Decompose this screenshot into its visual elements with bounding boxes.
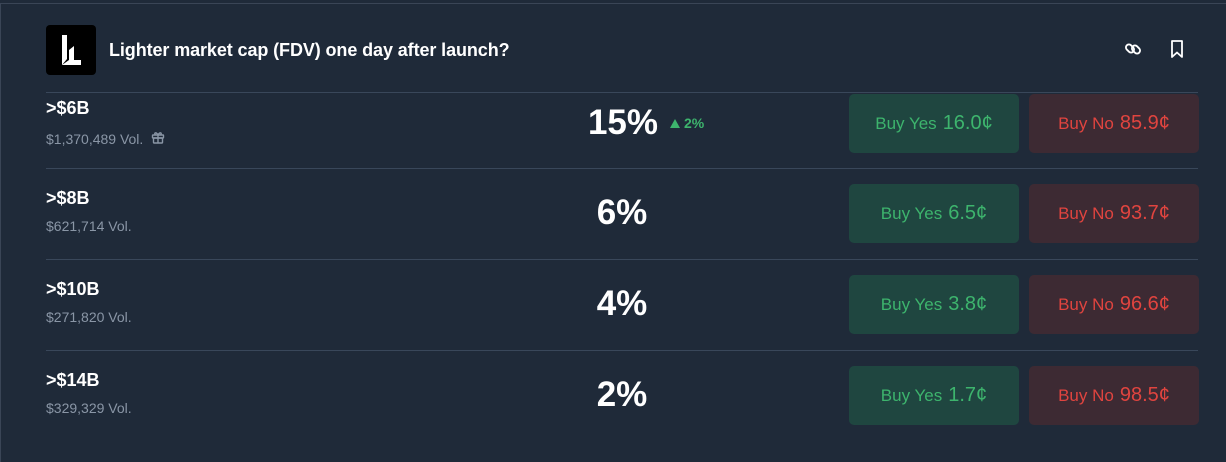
market-title[interactable]: Lighter market cap (FDV) one day after l… xyxy=(109,40,510,61)
outcome-label: >$6B xyxy=(46,98,90,118)
lighter-logo[interactable] xyxy=(46,25,96,75)
outcome-volume: $621,714 Vol. xyxy=(46,218,132,234)
outcome-label: >$8B xyxy=(46,188,90,208)
buy-yes-price: 3.8¢ xyxy=(948,293,988,315)
outcome-percent: 15% xyxy=(587,103,659,142)
buy-no-label: Buy No xyxy=(1058,294,1114,314)
buy-no-button[interactable]: Buy No 98.5¢ xyxy=(1029,366,1199,425)
outcome-row[interactable]: >$6B $1,370,489 Vol. 15% 2% Buy Yes 16.0… xyxy=(46,92,1199,168)
outcome-percent: 2% xyxy=(596,375,648,414)
outcome-row[interactable]: >$14B $329,329 Vol. 2% Buy Yes 1.7¢ Buy … xyxy=(46,350,1199,441)
left-edge xyxy=(0,3,1,462)
buy-yes-label: Buy Yes xyxy=(875,113,937,133)
buy-no-button[interactable]: Buy No 96.6¢ xyxy=(1029,275,1199,334)
buy-yes-price: 6.5¢ xyxy=(948,202,988,224)
outcome-volume-wrap: $1,370,489 Vol. xyxy=(46,130,165,147)
outcome-row[interactable]: >$8B $621,714 Vol. 6% Buy Yes 6.5¢ Buy N… xyxy=(46,168,1199,259)
buy-no-label: Buy No xyxy=(1058,203,1114,223)
buy-no-price: 98.5¢ xyxy=(1119,384,1170,406)
buy-yes-price: 1.7¢ xyxy=(948,384,988,406)
buy-yes-button[interactable]: Buy Yes 6.5¢ xyxy=(849,184,1019,243)
link-icon[interactable] xyxy=(1122,38,1144,60)
buy-yes-label: Buy Yes xyxy=(880,294,943,314)
outcome-volume: $329,329 Vol. xyxy=(46,400,132,416)
buy-yes-button[interactable]: Buy Yes 1.7¢ xyxy=(849,366,1019,425)
top-divider xyxy=(0,3,1226,4)
buy-yes-price: 16.0¢ xyxy=(942,112,993,134)
market-header: Lighter market cap (FDV) one day after l… xyxy=(46,24,1198,76)
buy-no-button[interactable]: Buy No 85.9¢ xyxy=(1029,94,1199,153)
buy-yes-label: Buy Yes xyxy=(880,385,943,405)
outcome-volume: $271,820 Vol. xyxy=(46,309,132,325)
outcome-change-value: 2% xyxy=(684,115,705,131)
triangle-up-icon xyxy=(670,115,680,131)
outcome-percent: 6% xyxy=(596,193,648,232)
market-card: Lighter market cap (FDV) one day after l… xyxy=(0,0,1226,462)
buy-no-price: 96.6¢ xyxy=(1119,293,1170,315)
buy-no-label: Buy No xyxy=(1058,385,1114,405)
buy-no-price: 93.7¢ xyxy=(1119,202,1170,224)
outcome-label: >$14B xyxy=(46,370,100,390)
outcome-percent: 4% xyxy=(596,284,648,323)
bookmark-icon[interactable] xyxy=(1166,38,1188,60)
outcome-volume-wrap: $329,329 Vol. xyxy=(46,400,132,416)
outcome-volume-wrap: $271,820 Vol. xyxy=(46,309,132,325)
buy-yes-button[interactable]: Buy Yes 16.0¢ xyxy=(849,94,1019,153)
buy-no-price: 85.9¢ xyxy=(1119,112,1170,134)
lighter-logo-icon xyxy=(62,35,81,65)
buy-yes-button[interactable]: Buy Yes 3.8¢ xyxy=(849,275,1019,334)
buy-no-label: Buy No xyxy=(1058,113,1114,133)
header-actions xyxy=(1122,38,1188,60)
outcome-row[interactable]: >$10B $271,820 Vol. 4% Buy Yes 3.8¢ Buy … xyxy=(46,259,1199,350)
outcome-label: >$10B xyxy=(46,279,100,299)
buy-yes-label: Buy Yes xyxy=(880,203,943,223)
buy-no-button[interactable]: Buy No 93.7¢ xyxy=(1029,184,1199,243)
outcome-change: 2% xyxy=(670,115,704,131)
outcome-volume-wrap: $621,714 Vol. xyxy=(46,218,132,234)
outcome-list: >$6B $1,370,489 Vol. 15% 2% Buy Yes 16.0… xyxy=(46,92,1199,441)
outcome-volume: $1,370,489 Vol. xyxy=(46,130,144,147)
gift-icon[interactable] xyxy=(151,130,165,147)
